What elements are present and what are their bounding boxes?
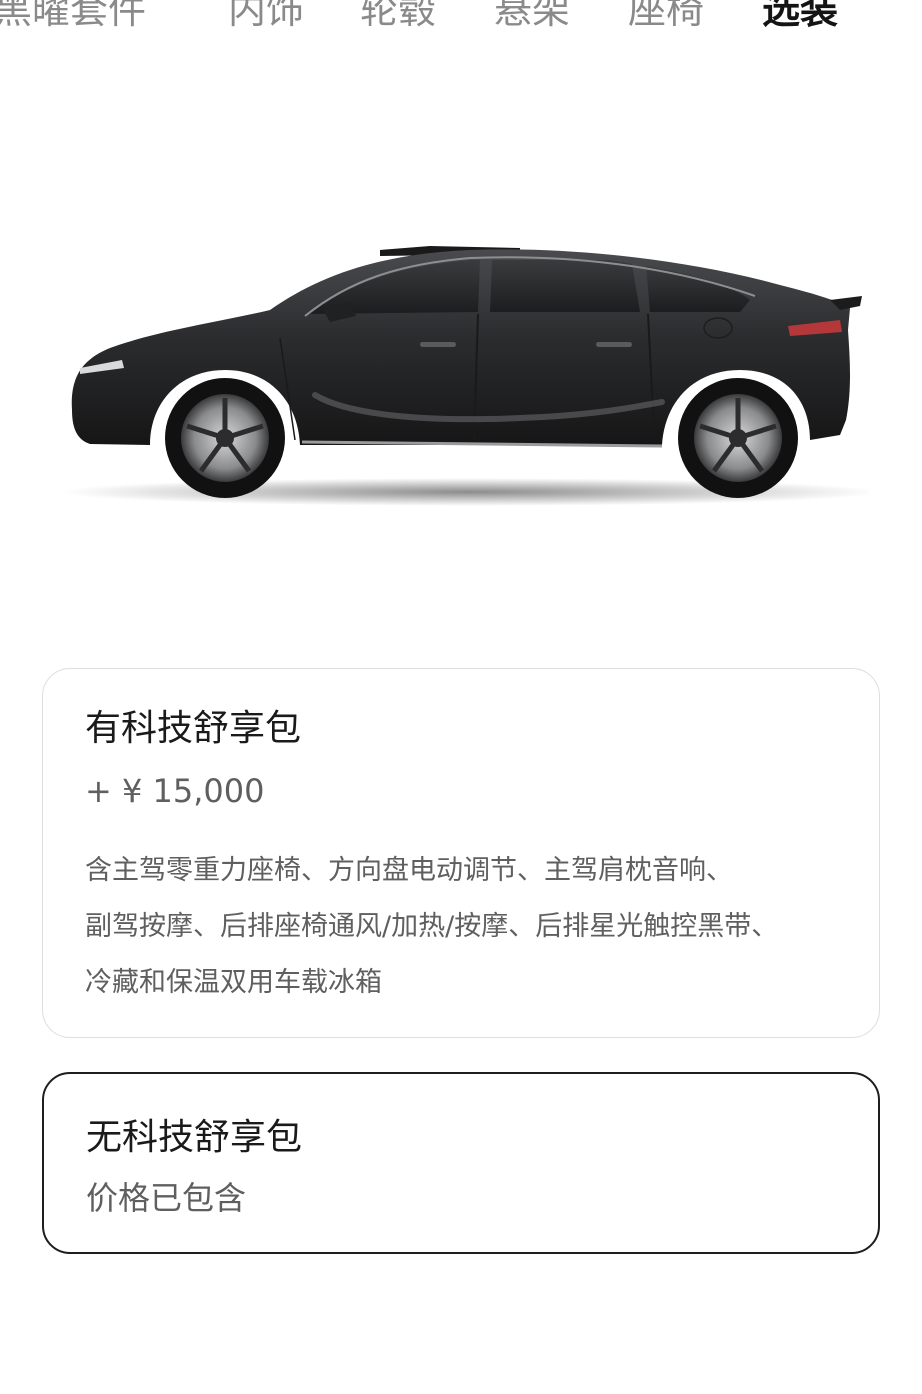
option-description-line: 含主驾零重力座椅、方向盘电动调节、主驾肩枕音响、 [85, 855, 733, 886]
tab-suspension[interactable]: 悬架 [494, 0, 570, 34]
option-description-line: 副驾按摩、后排座椅通风/加热/按摩、后排星光触控黑带、 [85, 911, 779, 942]
option-description: 含主驾零重力座椅、方向盘电动调节、主驾肩枕音响、 副驾按摩、后排座椅通风/加热/… [85, 843, 855, 1011]
tab-interior[interactable]: 内饰 [228, 0, 304, 34]
option-title: 无科技舒享包 [86, 1117, 303, 1158]
option-card-with-tech-comfort-pack[interactable]: 有科技舒享包 + ¥ 15,000 含主驾零重力座椅、方向盘电动调节、主驾肩枕音… [42, 668, 880, 1038]
option-card-without-tech-comfort-pack[interactable]: 无科技舒享包 价格已包含 [42, 1072, 880, 1254]
option-tab-bar: 黑曜套件 内饰 轮毂 悬架 座椅 选装 [0, 0, 922, 34]
tab-options[interactable]: 选装 [762, 0, 838, 34]
option-description-line: 冷藏和保温双用车载冰箱 [85, 967, 382, 998]
car-side-view-image [50, 230, 870, 520]
tab-obsidian-kit[interactable]: 黑曜套件 [0, 0, 146, 34]
option-title: 有科技舒享包 [85, 708, 302, 749]
option-price: + ¥ 15,000 [85, 772, 265, 810]
tab-wheels[interactable]: 轮毂 [360, 0, 436, 34]
option-price-note: 价格已包含 [86, 1179, 247, 1217]
tab-seats[interactable]: 座椅 [628, 0, 704, 34]
